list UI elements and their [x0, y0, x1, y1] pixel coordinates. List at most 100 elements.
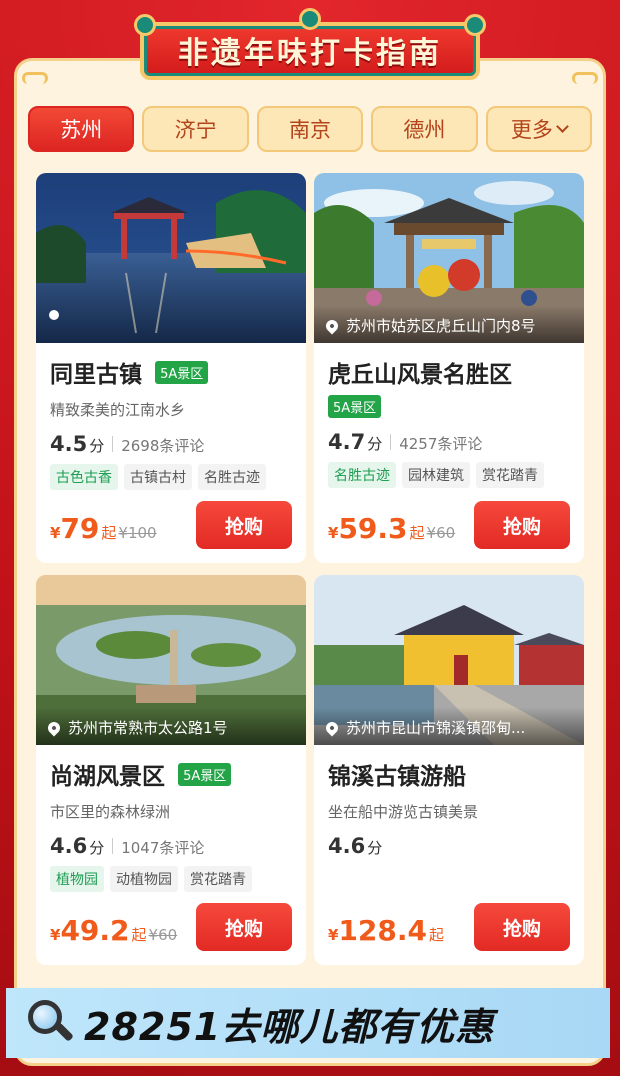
rating-unit: 分 — [89, 437, 105, 455]
tab-label: 更多 — [510, 118, 553, 142]
tab-label: 苏州 — [60, 118, 103, 142]
tab-dezhou[interactable]: 德州 — [371, 106, 478, 152]
card-body: 虎丘山风景名胜区 5A景区 4.7 分 4257条评论 名胜古迹 园林建筑 赏花… — [314, 343, 584, 563]
banner-cap-center-ornament — [299, 8, 321, 30]
attraction-name: 锦溪古镇游船 — [328, 764, 466, 790]
cloud-ornament-left — [22, 72, 48, 84]
buy-button[interactable]: 抢购 — [474, 501, 570, 549]
buy-button[interactable]: 抢购 — [196, 501, 292, 549]
rating-score: 4.6 — [50, 834, 88, 858]
price-suffix: 起 — [101, 524, 117, 542]
original-price: ¥100 — [118, 524, 157, 542]
tag-list: 古色古香 古镇古村 名胜古迹 — [50, 464, 292, 490]
price-row: ¥ 59.3 起 ¥60 — [328, 512, 455, 545]
divider — [112, 436, 114, 452]
tab-more[interactable]: 更多 — [485, 106, 593, 152]
address-text: 苏州市姑苏区虎丘山门内8号 — [346, 317, 536, 335]
currency-symbol: ¥ — [50, 524, 61, 542]
city-tabs: 苏州 济宁 南京 德州 更多 — [28, 106, 593, 154]
price: 128.4 — [338, 914, 428, 947]
attraction-photo: 苏州市昆山市锦溪镇邵甸... — [314, 575, 584, 745]
promo-banner[interactable]: 28251去哪儿都有优惠 — [6, 988, 610, 1058]
attraction-card-shanghu[interactable]: 苏州市常熟市太公路1号 尚湖风景区 5A景区 市区里的森林绿洲 4.6 分 10… — [36, 575, 306, 965]
attraction-name: 同里古镇 — [50, 362, 142, 388]
price-row: ¥ 49.2 起 ¥60 — [50, 914, 177, 947]
review-count: 4257条评论 — [399, 435, 483, 453]
attraction-subtitle: 精致柔美的江南水乡 — [50, 401, 186, 419]
banner-cap-left-ornament — [134, 14, 156, 36]
5a-badge: 5A景区 — [155, 360, 209, 384]
rating-score: 4.6 — [328, 834, 366, 858]
tab-label: 德州 — [403, 118, 446, 142]
attraction-name: 虎丘山风景名胜区 — [328, 362, 512, 388]
tab-suzhou[interactable]: 苏州 — [28, 106, 135, 152]
address-text: 苏州市昆山市锦溪镇邵甸... — [346, 719, 526, 737]
tab-nanjing[interactable]: 南京 — [256, 106, 364, 152]
price: 79 — [60, 512, 100, 545]
address-overlay: 苏州市姑苏区虎丘山门内8号 — [314, 305, 584, 343]
tab-label: 南京 — [289, 118, 332, 142]
buy-button[interactable]: 抢购 — [474, 903, 570, 951]
tag-list: 名胜古迹 园林建筑 赏花踏青 — [328, 462, 570, 488]
review-count: 1047条评论 — [121, 839, 205, 857]
title-banner: 非遗年味打卡指南 — [134, 8, 486, 86]
attraction-subtitle: 市区里的森林绿洲 — [50, 803, 171, 821]
attraction-photo: 苏州市姑苏区虎丘山门内8号 — [314, 173, 584, 343]
price-row: ¥ 128.4 起 — [328, 914, 444, 947]
rating-unit: 分 — [89, 839, 105, 857]
promo-slogan: 28251去哪儿都有优惠 — [84, 1004, 495, 1049]
rating-unit: 分 — [367, 435, 383, 453]
currency-symbol: ¥ — [328, 524, 339, 542]
card-body: 尚湖风景区 5A景区 市区里的森林绿洲 4.6 分 1047条评论 植物园 动植… — [36, 745, 306, 965]
attraction-card-huqiu[interactable]: 苏州市姑苏区虎丘山门内8号 虎丘山风景名胜区 5A景区 4.7 分 4257条评… — [314, 173, 584, 563]
tag: 动植物园 — [110, 866, 178, 892]
rating-row: 4.5 分 2698条评论 — [50, 432, 292, 456]
buy-button[interactable]: 抢购 — [196, 903, 292, 951]
tag: 古色古香 — [50, 464, 118, 490]
5a-badge: 5A景区 — [178, 762, 232, 786]
banner-cap-right-ornament — [464, 14, 486, 36]
address-overlay: 苏州市昆山市锦溪镇邵甸... — [314, 707, 584, 745]
attraction-subtitle: 坐在船中游览古镇美景 — [328, 803, 479, 821]
attraction-photo: 苏州市常熟市太公路1号 — [36, 575, 306, 745]
divider — [112, 838, 114, 854]
price-suffix: 起 — [131, 926, 147, 944]
original-price: ¥60 — [426, 524, 456, 542]
badge-row: 5A景区 — [328, 395, 570, 418]
attraction-card-jinxi[interactable]: 苏州市昆山市锦溪镇邵甸... 锦溪古镇游船 坐在船中游览古镇美景 4.6 分 ¥… — [314, 575, 584, 965]
attraction-photo — [36, 173, 306, 343]
attraction-card-tongli[interactable]: 同里古镇 5A景区 精致柔美的江南水乡 4.5 分 2698条评论 古色古香 古… — [36, 173, 306, 563]
tag: 名胜古迹 — [198, 464, 266, 490]
currency-symbol: ¥ — [50, 926, 61, 944]
original-price: ¥60 — [148, 926, 178, 944]
5a-badge: 5A景区 — [328, 395, 382, 418]
price-suffix: 起 — [409, 524, 425, 542]
card-body: 锦溪古镇游船 坐在船中游览古镇美景 4.6 分 ¥ 128.4 起 抢购 — [314, 745, 584, 965]
magnifier-handle — [54, 1022, 74, 1042]
tab-jining[interactable]: 济宁 — [142, 106, 249, 152]
magnifier-icon — [24, 998, 74, 1048]
tab-label: 济宁 — [174, 118, 217, 142]
attraction-name: 尚湖风景区 — [50, 764, 165, 790]
night-water-town-image — [36, 173, 306, 343]
tag: 古镇古村 — [124, 464, 192, 490]
card-body: 同里古镇 5A景区 精致柔美的江南水乡 4.5 分 2698条评论 古色古香 古… — [36, 343, 306, 563]
review-count: 2698条评论 — [121, 437, 205, 455]
tag: 园林建筑 — [402, 462, 470, 488]
price: 49.2 — [60, 914, 130, 947]
tag: 赏花踏青 — [184, 866, 252, 892]
tag-list: 植物园 动植物园 赏花踏青 — [50, 866, 292, 892]
rating-row: 4.6 分 1047条评论 — [50, 834, 292, 858]
tag: 植物园 — [50, 866, 104, 892]
price: 59.3 — [338, 512, 408, 545]
location-pin-icon — [323, 317, 341, 335]
address-text: 苏州市常熟市太公路1号 — [68, 719, 228, 737]
rating-row: 4.6 分 — [328, 834, 570, 858]
rating-score: 4.7 — [328, 430, 366, 454]
chevron-down-icon — [555, 119, 569, 133]
page-title: 非遗年味打卡指南 — [178, 36, 442, 71]
rating-score: 4.5 — [50, 432, 88, 456]
cloud-ornament-right — [572, 72, 598, 84]
rating-unit: 分 — [367, 839, 383, 857]
location-pin-icon — [323, 719, 341, 737]
